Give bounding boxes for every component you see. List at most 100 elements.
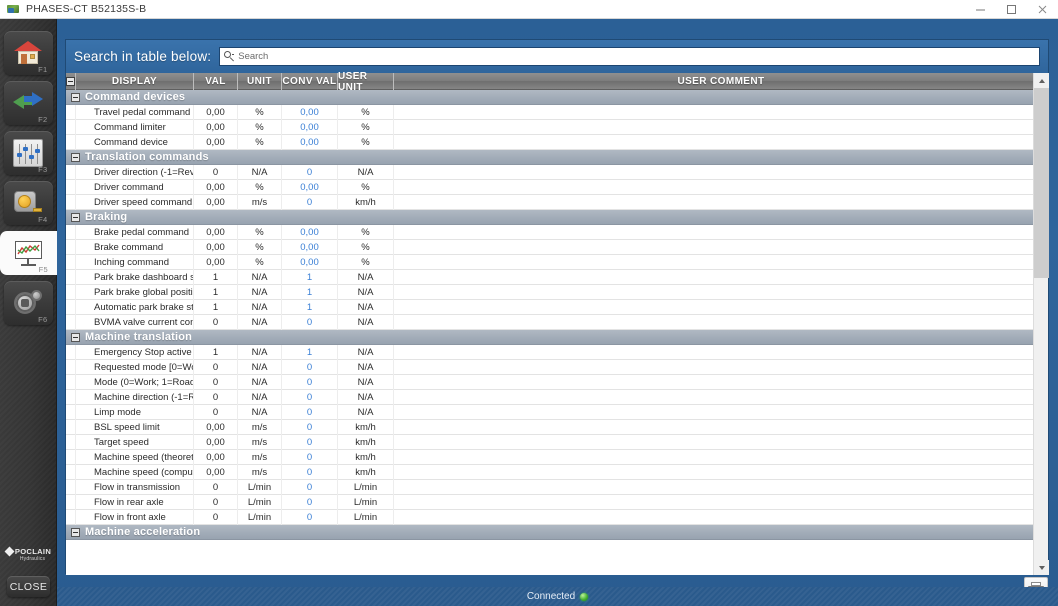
cell-user-comment[interactable] [394,240,1048,255]
table-row[interactable]: Inching command 0,00% 0,00% [66,255,1048,270]
minimize-button[interactable] [965,0,996,19]
gear-icon [13,289,43,317]
cell-user-comment[interactable] [394,420,1048,435]
group-collapse-icon[interactable] [71,332,80,342]
cell-user-unit: % [338,105,394,120]
column-header-display[interactable]: DISPLAY [76,73,194,90]
cell-user-comment[interactable] [394,435,1048,450]
cell-user-comment[interactable] [394,120,1048,135]
table-group-header[interactable]: Command devices [66,90,1048,105]
cell-user-comment[interactable] [394,465,1048,480]
scroll-up-button[interactable] [1034,73,1049,88]
table-group-header[interactable]: Translation commands [66,150,1048,165]
cell-user-comment[interactable] [394,405,1048,420]
group-collapse-icon[interactable] [71,92,80,102]
cell-val: 0,00 [194,180,238,195]
search-field-wrapper[interactable] [219,47,1040,66]
cell-unit: m/s [238,420,282,435]
table-row[interactable]: Park brake global position [0…1N/A1N/A [66,285,1048,300]
cell-val: 0,00 [194,255,238,270]
table-row[interactable]: Flow in transmission 0 L/min 0 L/min [66,480,1048,495]
cell-user-comment[interactable] [394,255,1048,270]
table-row[interactable]: Command device 0,00% 0,00% [66,135,1048,150]
cell-user-comment[interactable] [394,375,1048,390]
cell-user-comment[interactable] [394,510,1048,525]
cell-conv-val: 0 [282,375,338,390]
cell-unit: N/A [238,285,282,300]
cell-user-comment[interactable] [394,315,1048,330]
table-row[interactable]: Command limiter 0,00% 0,00% [66,120,1048,135]
table-row[interactable]: Park brake dashboard switch…1N/A1N/A [66,270,1048,285]
column-header-unit[interactable]: UNIT [238,73,282,90]
close-app-button[interactable]: CLOSE [7,576,50,597]
table-row[interactable]: Flow in rear axle 0 L/min 0 L/min [66,495,1048,510]
cell-user-comment[interactable] [394,135,1048,150]
table-row[interactable]: Limp mode 0 N/A 0 N/A [66,405,1048,420]
cell-user-comment[interactable] [394,450,1048,465]
cell-user-comment[interactable] [394,105,1048,120]
sidebar-item-sliders[interactable]: F3 [3,131,53,175]
cell-user-comment[interactable] [394,390,1048,405]
table-group-header[interactable]: Machine acceleration [66,525,1048,540]
table-row[interactable]: BSL speed limit 0,00 m/s 0 km/h [66,420,1048,435]
table-row[interactable]: Emergency Stop active 1 N/A 1 N/A [66,345,1048,360]
table-row[interactable]: Brake command 0,00% 0,00% [66,240,1048,255]
table-row[interactable]: Driver speed command 0,00 m/s 0 km/h [66,195,1048,210]
cell-display: Command limiter [76,120,194,135]
column-header-user-unit[interactable]: USER UNIT [338,71,394,93]
sidebar-item-measure[interactable]: F4 [3,181,53,225]
scrollbar-thumb[interactable] [1034,88,1049,278]
table-row[interactable]: Travel pedal command 0,00% 0,00% [66,105,1048,120]
table-row[interactable]: Driver command 0,00% 0,00% [66,180,1048,195]
cell-user-unit: km/h [338,465,394,480]
cell-user-comment[interactable] [394,285,1048,300]
sidebar-item-settings[interactable]: F6 [3,281,53,325]
table-row[interactable]: Machine speed (theoretical c…0,00m/s0km/… [66,450,1048,465]
table-row[interactable]: Brake pedal command 0,00% 0,00% [66,225,1048,240]
search-input[interactable] [238,51,1035,62]
table-group-header[interactable]: Braking [66,210,1048,225]
cell-val: 0,00 [194,105,238,120]
sidebar-item-home[interactable]: F1 [3,31,53,75]
column-header-conv-val[interactable]: CONV VAL [282,73,338,90]
column-header-user-comment[interactable]: USER COMMENT [394,73,1048,90]
column-header-val[interactable]: VAL [194,73,238,90]
sidebar-item-chart[interactable]: F5 [0,231,57,275]
cell-user-comment[interactable] [394,195,1048,210]
row-handle-cell [66,255,76,270]
cell-user-comment[interactable] [394,165,1048,180]
sidebar-item-exchange[interactable]: F2 [3,81,53,125]
cell-user-unit: N/A [338,345,394,360]
table-row[interactable]: BVMA valve current command0N/A0N/A [66,315,1048,330]
maximize-button[interactable] [996,0,1027,19]
cell-user-comment[interactable] [394,360,1048,375]
table-group-header[interactable]: Machine translation [66,330,1048,345]
group-collapse-icon[interactable] [71,152,80,162]
status-bar: Connected [57,587,1058,606]
table-row[interactable]: Flow in front axle 0 L/min 0 L/min [66,510,1048,525]
table-row[interactable]: Mode (0=Work; 1=Road) 0 N/A 0 N/A [66,375,1048,390]
cell-user-comment[interactable] [394,495,1048,510]
cell-display: Target speed [76,435,194,450]
cell-user-comment[interactable] [394,180,1048,195]
table-row[interactable]: Machine direction (-1=Rever…0N/A0N/A [66,390,1048,405]
application-window: PHASES-CT B52135S-B F1 F2 F3 F4 F5 F6 PO… [0,0,1058,606]
cell-user-comment[interactable] [394,300,1048,315]
sidebar-item-chart-fkey: F5 [38,265,48,274]
table-row[interactable]: Requested mode [0=Work, …0N/A0N/A [66,360,1048,375]
scroll-down-button[interactable] [1034,560,1049,575]
collapse-all-cell[interactable] [66,73,76,90]
table-row[interactable]: Target speed 0,00 m/s 0 km/h [66,435,1048,450]
close-button[interactable] [1027,0,1058,19]
group-collapse-icon[interactable] [71,527,80,537]
cell-user-comment[interactable] [394,225,1048,240]
table-row[interactable]: Automatic park brake status …1N/A1N/A [66,300,1048,315]
row-handle-cell [66,225,76,240]
cell-user-comment[interactable] [394,270,1048,285]
group-collapse-icon[interactable] [71,212,80,222]
cell-user-comment[interactable] [394,345,1048,360]
vertical-scrollbar[interactable] [1033,73,1049,575]
cell-user-comment[interactable] [394,480,1048,495]
table-row[interactable]: Driver direction (-1=Reverse…0N/A0N/A [66,165,1048,180]
table-row[interactable]: Machine speed (computed wi…0,00m/s0km/h [66,465,1048,480]
